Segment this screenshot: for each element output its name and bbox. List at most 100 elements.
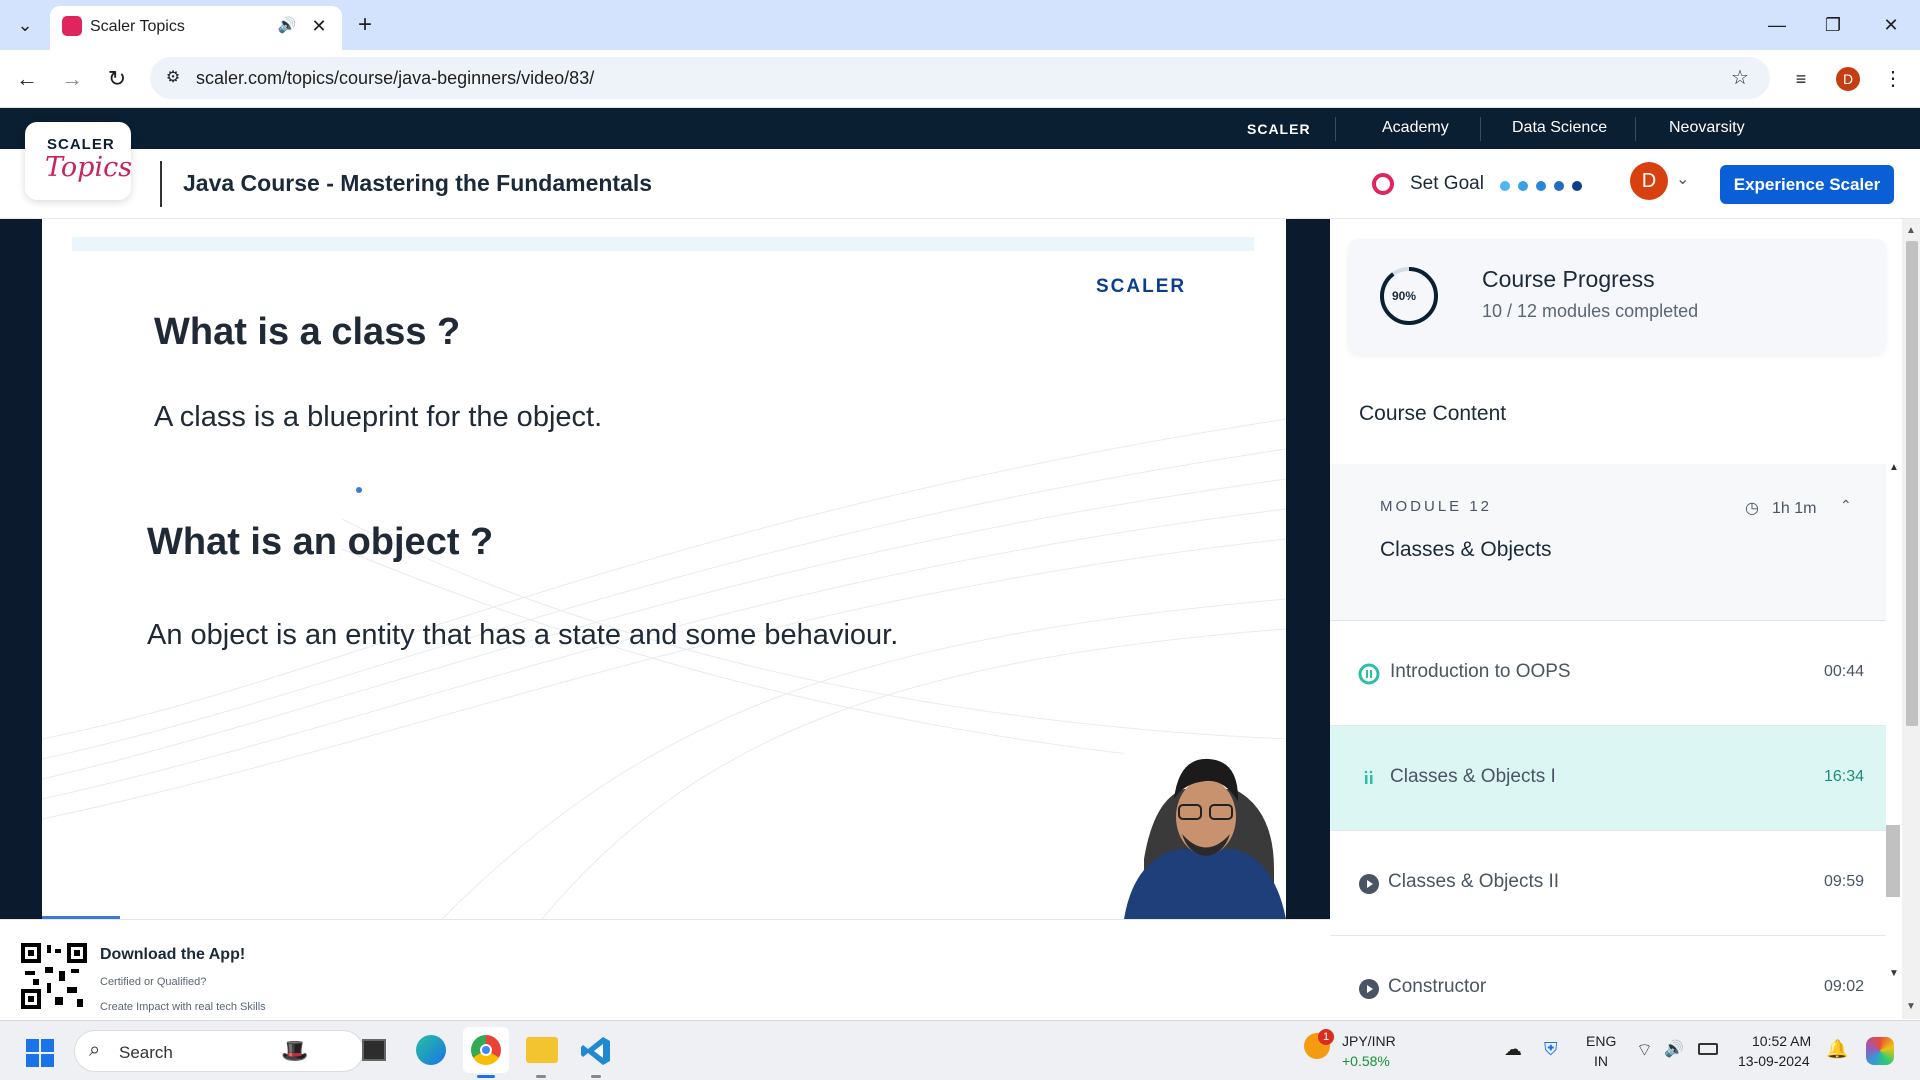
app-download-banner[interactable]: Download the App! Certified or Qualified… [0, 919, 1330, 1020]
browser-toolbar: ← → ↻ ⚙ scaler.com/topics/course/java-be… [0, 50, 1920, 108]
lesson-title: Introduction to OOPS [1390, 661, 1571, 682]
taskbar-search-box[interactable]: ⌕ Search 🎩 [74, 1030, 364, 1072]
lesson-item[interactable]: Introduction to OOPS 00:44 [1330, 621, 1886, 726]
page-scroll-down-icon[interactable]: ▼ [1906, 1001, 1916, 1012]
task-view-icon[interactable] [362, 1039, 386, 1061]
clock-time[interactable]: 10:52 AM [1752, 1033, 1811, 1049]
notification-bell-icon[interactable]: 🔔 [1826, 1039, 1848, 1060]
course-content-heading: Course Content [1359, 402, 1507, 425]
lesson-item[interactable]: Constructor 09:02 [1330, 936, 1886, 1019]
page-scroll-thumb[interactable] [1906, 241, 1918, 726]
windows-taskbar: ⌕ Search 🎩 1 JPY/INR +0.58% ☁ ⛨ ENG IN ⌔… [0, 1020, 1920, 1080]
nav-academy-link[interactable]: Academy [1382, 119, 1449, 137]
site-top-nav: SCALER Academy Data Science Neovarsity [0, 108, 1920, 149]
chevron-up-icon[interactable]: ⌃ [1840, 497, 1852, 514]
lesson-item-active[interactable]: Classes & Objects I 16:34 [1330, 726, 1886, 831]
edge-browser-icon[interactable] [416, 1035, 446, 1065]
play-circle-icon [1359, 979, 1379, 999]
ticker-name[interactable]: JPY/INR [1342, 1033, 1396, 1049]
bookmark-star-icon[interactable]: ☆ [1725, 63, 1755, 93]
content-list-scroll-thumb[interactable] [1886, 825, 1900, 897]
language-top[interactable]: ENG [1586, 1033, 1616, 1049]
goal-dots[interactable] [1500, 178, 1582, 196]
page-scrollbar[interactable]: ▲ ▼ [1902, 219, 1920, 1019]
module-header[interactable]: MODULE 12 ◷ 1h 1m ⌃ Classes & Objects [1330, 464, 1886, 621]
reload-icon[interactable]: ↻ [102, 64, 132, 94]
cursor-dot [356, 487, 362, 493]
course-progress-card: 90% Course Progress 10 / 12 modules comp… [1348, 239, 1886, 354]
minimize-icon[interactable]: — [1762, 10, 1792, 40]
lesson-duration: 09:02 [1823, 978, 1864, 995]
nav-data-science-link[interactable]: Data Science [1512, 119, 1607, 137]
module-duration: 1h 1m [1772, 500, 1817, 517]
experience-scaler-button[interactable]: Experience Scaler [1720, 165, 1894, 204]
page-scroll-up-icon[interactable]: ▲ [1906, 225, 1916, 236]
module-title: Classes & Objects [1380, 538, 1552, 561]
progress-percent: 90% [1392, 289, 1417, 303]
lesson-duration: 16:34 [1823, 768, 1864, 785]
app-banner-line2: Create Impact with real tech Skills [100, 1001, 266, 1013]
scroll-up-arrow-icon[interactable]: ▲ [1889, 462, 1899, 473]
set-goal-label[interactable]: Set Goal [1410, 173, 1484, 195]
logo-topics-text: Topics [45, 152, 133, 183]
progress-title: Course Progress [1482, 266, 1655, 292]
clock-icon: ◷ [1745, 500, 1759, 517]
tab-title: Scaler Topics [90, 18, 185, 35]
media-control-icon[interactable]: ≡ [1786, 64, 1816, 94]
back-icon[interactable]: ← [12, 64, 42, 94]
new-tab-icon[interactable]: + [350, 10, 380, 40]
volume-icon[interactable]: 🔊 [1664, 1039, 1684, 1059]
tab-close-icon[interactable]: ✕ [304, 11, 334, 41]
lesson-title: Classes & Objects I [1390, 766, 1556, 787]
restore-icon[interactable]: ❐ [1818, 10, 1848, 40]
progress-subtitle: 10 / 12 modules completed [1482, 301, 1699, 321]
nav-divider [1335, 117, 1336, 141]
scaler-brand-link[interactable]: SCALER [1247, 121, 1311, 137]
goal-target-icon[interactable] [1372, 173, 1394, 195]
user-avatar[interactable]: D [1630, 162, 1668, 200]
address-bar[interactable]: ⚙ scaler.com/topics/course/java-beginner… [150, 57, 1770, 99]
wifi-icon[interactable]: ⌔ [1636, 1039, 1653, 1062]
header-divider [160, 161, 162, 207]
lesson-title: Constructor [1388, 976, 1487, 997]
course-header: SCALER Topics Java Course - Mastering th… [0, 122, 1920, 219]
menu-dots-icon[interactable]: ⋮ [1878, 64, 1908, 94]
lesson-title: Classes & Objects II [1388, 871, 1560, 892]
vscode-icon[interactable] [580, 1035, 612, 1067]
slide-answer-class: A class is a blueprint for the object. [154, 401, 603, 433]
content-list-scrollbar[interactable]: ▲ ▼ [1886, 460, 1900, 1019]
nav-neovarsity-link[interactable]: Neovarsity [1669, 119, 1745, 137]
course-sidebar: 90% Course Progress 10 / 12 modules comp… [1330, 219, 1906, 1019]
presenter-webcam [1124, 739, 1286, 919]
browser-tab[interactable]: Scaler Topics 🔊 ✕ [50, 6, 342, 50]
copilot-icon[interactable] [1866, 1037, 1894, 1065]
window-close-icon[interactable]: ✕ [1876, 10, 1906, 40]
lesson-item[interactable]: Classes & Objects II 09:59 [1330, 831, 1886, 936]
tab-audio-icon[interactable]: 🔊 [272, 11, 302, 41]
video-player[interactable]: SCALER What is a class ? A class is a bl… [0, 219, 1330, 919]
scroll-down-arrow-icon[interactable]: ▼ [1889, 968, 1899, 979]
profile-avatar[interactable]: D [1836, 67, 1860, 91]
qr-code-icon [21, 943, 87, 1009]
browser-tab-strip: ⌄ Scaler Topics 🔊 ✕ + — ❐ ✕ [0, 0, 1920, 50]
lecture-slide: SCALER What is a class ? A class is a bl… [42, 219, 1286, 919]
avatar-chevron-down-icon[interactable]: ⌄ [1676, 169, 1689, 189]
open-app-indicator [591, 1075, 601, 1078]
forward-icon[interactable]: → [57, 64, 87, 94]
cloud-sync-icon[interactable]: ☁ [1504, 1039, 1522, 1060]
battery-icon[interactable] [1698, 1043, 1718, 1055]
scaler-topics-logo[interactable]: SCALER Topics [25, 122, 133, 200]
play-circle-icon [1359, 874, 1379, 894]
completed-icon [1358, 663, 1380, 685]
windows-start-icon[interactable] [26, 1039, 54, 1067]
chrome-taskbar-button[interactable] [463, 1027, 509, 1073]
site-info-icon[interactable]: ⚙ [158, 63, 188, 93]
security-shield-icon[interactable]: ⛨ [1544, 1039, 1558, 1060]
open-app-indicator [536, 1075, 546, 1078]
module-label: MODULE 12 [1380, 498, 1493, 515]
chrome-icon-center [480, 1044, 492, 1056]
tab-search-chevron-icon[interactable]: ⌄ [10, 10, 40, 40]
active-app-indicator [477, 1075, 495, 1078]
file-explorer-icon[interactable] [526, 1037, 558, 1063]
slide-question-object: What is an object ? [147, 521, 494, 563]
